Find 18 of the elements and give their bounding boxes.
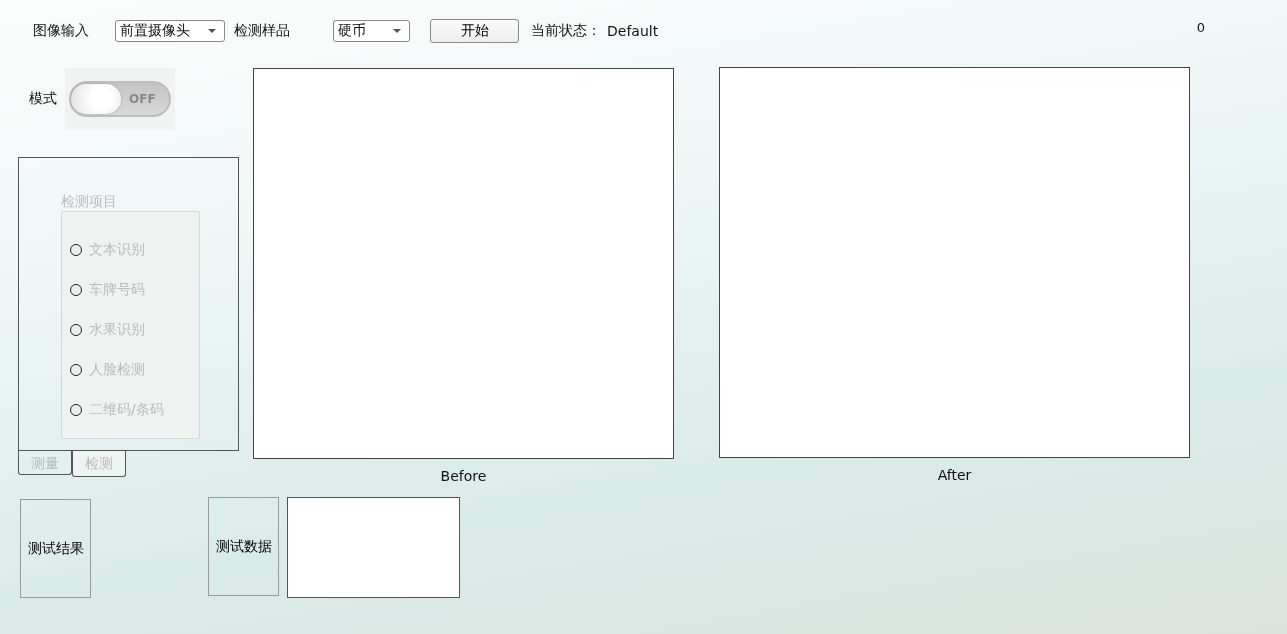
caret-icon	[393, 29, 401, 33]
sample-dropdown[interactable]: 硬币	[333, 20, 410, 42]
image-caption: After	[937, 467, 972, 483]
camera-dropdown[interactable]: 前置摄像头	[115, 20, 225, 42]
result-button[interactable]: 测试结果	[20, 499, 91, 598]
status-value: Default	[607, 23, 659, 39]
image-input-label: 图像输入	[33, 22, 89, 40]
sample-label: 检测样品	[234, 22, 290, 40]
image-caption: Before	[440, 468, 487, 484]
mode-toggle[interactable]: OFF	[69, 81, 171, 117]
data-button[interactable]: 测试数据	[208, 497, 279, 596]
caret-icon	[208, 29, 216, 33]
group-title: 检测项目	[61, 193, 118, 211]
mode-label: 模式	[29, 90, 57, 108]
status-label: 当前状态：	[531, 22, 601, 40]
start-button[interactable]: 开始	[430, 19, 519, 43]
counter: 0	[1196, 19, 1205, 35]
tab[interactable]: 检测	[72, 451, 126, 477]
